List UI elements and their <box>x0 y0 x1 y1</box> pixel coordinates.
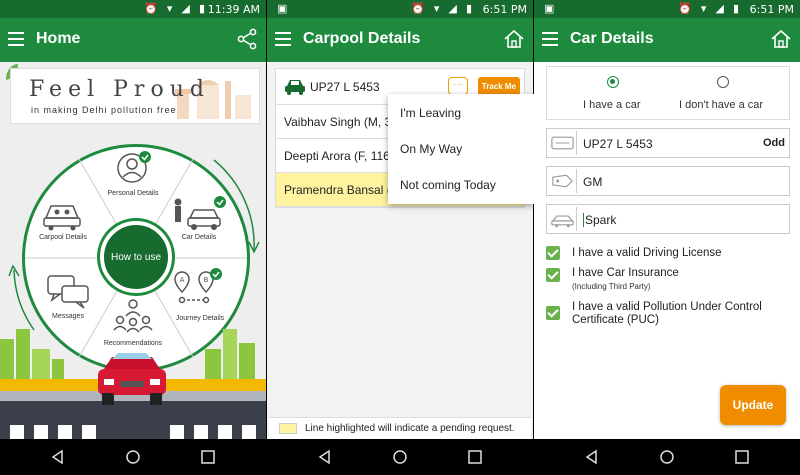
radio-dont-have-car-label[interactable]: I don't have a car <box>679 99 763 111</box>
app-bar: Home <box>0 18 266 62</box>
page-title: Carpool Details <box>303 30 421 47</box>
status-bar: ▣ ⏰ ▾ ◢ ▮ 6:51 PM <box>534 0 800 18</box>
back-icon[interactable] <box>317 449 333 465</box>
image-notification-icon: ▣ <box>277 3 288 15</box>
home-nav-icon[interactable] <box>392 449 408 465</box>
model-value: Spark <box>583 213 617 227</box>
odd-even-badge: Odd <box>763 137 785 149</box>
segment-messages[interactable]: Messages <box>38 313 98 320</box>
update-button[interactable]: Update <box>720 385 786 425</box>
back-icon[interactable] <box>50 449 66 465</box>
status-time: 6:51 PM <box>482 3 527 16</box>
recents-icon[interactable] <box>467 449 483 465</box>
plate-value: UP27 L 5453 <box>583 137 653 151</box>
menu-icon[interactable] <box>8 32 24 46</box>
brand-tag-icon <box>552 169 577 193</box>
status-icons: ⏰ ▾ ◢ ▮ <box>678 3 742 15</box>
image-notification-icon: ▣ <box>544 3 555 15</box>
home-nav-icon[interactable] <box>125 449 141 465</box>
banner-title: Feel Proud <box>29 77 210 102</box>
model-field[interactable]: Spark <box>546 204 790 234</box>
car-plate: UP27 L 5453 <box>310 80 380 94</box>
how-to-use-button[interactable]: How to use <box>100 221 172 293</box>
car-model-icon <box>551 207 577 231</box>
nav-bar <box>0 439 266 475</box>
insurance-label: I have Car Insurance (Including Third Pa… <box>572 267 792 293</box>
radio-have-car-label[interactable]: I have a car <box>583 99 640 111</box>
back-icon[interactable] <box>584 449 600 465</box>
status-time: 6:51 PM <box>749 3 794 16</box>
nav-bar <box>267 439 533 475</box>
make-field[interactable]: GM <box>546 166 790 196</box>
legend-text: Line highlighted will indicate a pending… <box>305 423 515 434</box>
insurance-checkbox[interactable] <box>546 268 560 282</box>
menu-icon[interactable] <box>275 32 291 46</box>
status-time: 11:39 AM <box>207 3 260 16</box>
chat-icon[interactable]: ··· <box>448 77 468 95</box>
page-title: Car Details <box>570 30 654 47</box>
insurance-text: I have Car Insurance <box>572 267 679 279</box>
plate-field[interactable]: UP27 L 5453 Odd <box>546 128 790 158</box>
svg-text:A: A <box>180 276 185 284</box>
radio-dont-have-car[interactable] <box>717 76 729 88</box>
status-bar: ⏰ ▾ ◢ ▮ 11:39 AM <box>0 0 266 18</box>
radio-have-car[interactable] <box>607 76 619 88</box>
city-road-illustration <box>0 329 266 439</box>
driver-car-icon[interactable] <box>170 196 228 232</box>
app-bar: Carpool Details <box>267 18 533 62</box>
home-screen: ⏰ ▾ ◢ ▮ 11:39 AM Home Feel Proud in maki… <box>0 0 266 475</box>
home-nav-icon[interactable] <box>659 449 675 465</box>
menu-item-not-coming[interactable]: Not coming Today <box>388 166 534 202</box>
segment-car-details[interactable]: Car Details <box>169 234 229 241</box>
status-bar: ▣ ⏰ ▾ ◢ ▮ 6:51 PM <box>267 0 533 18</box>
banner-subtitle: in making Delhi pollution free <box>31 105 177 115</box>
status-icons: ⏰ ▾ ◢ ▮ <box>411 3 475 15</box>
app-bar: Car Details <box>534 18 800 62</box>
puc-checkbox[interactable] <box>546 306 560 320</box>
menu-item-on-my-way[interactable]: On My Way <box>388 130 534 166</box>
nav-bar <box>534 439 800 475</box>
route-icon[interactable]: A B <box>172 268 224 314</box>
car-icon <box>285 80 305 95</box>
car-ownership-group: I have a car I don't have a car <box>546 66 790 120</box>
recents-icon[interactable] <box>200 449 216 465</box>
svg-text:B: B <box>204 276 209 284</box>
segment-journey-details[interactable]: Journey Details <box>170 315 230 322</box>
menu-icon[interactable] <box>542 32 558 46</box>
insurance-subtext: (Including Third Party) <box>572 282 651 291</box>
highlight-swatch <box>279 423 297 434</box>
license-checkbox[interactable] <box>546 246 560 260</box>
carpool-icon[interactable] <box>42 198 82 232</box>
car-details-screen: ▣ ⏰ ▾ ◢ ▮ 6:51 PM Car Details I have a c… <box>534 0 800 475</box>
make-value: GM <box>583 175 603 189</box>
carpool-details-screen: ▣ ⏰ ▾ ◢ ▮ 6:51 PM Carpool Details UP27 L… <box>267 0 533 475</box>
status-popup-menu: I'm Leaving On My Way Not coming Today <box>388 94 534 204</box>
home-icon[interactable] <box>503 28 525 50</box>
segment-carpool-details[interactable]: Carpool Details <box>33 234 93 241</box>
share-icon[interactable] <box>236 28 258 50</box>
messages-icon[interactable] <box>46 274 90 310</box>
home-icon[interactable] <box>770 28 792 50</box>
person-icon[interactable] <box>116 150 152 186</box>
page-title: Home <box>36 30 81 47</box>
menu-item-leaving[interactable]: I'm Leaving <box>388 94 534 130</box>
puc-label: I have a valid Pollution Under Control C… <box>572 301 762 326</box>
license-label: I have a valid Driving License <box>572 247 722 259</box>
feel-proud-banner: Feel Proud in making Delhi pollution fre… <box>10 68 260 124</box>
status-icons: ⏰ ▾ ◢ ▮ <box>144 3 208 15</box>
recents-icon[interactable] <box>734 449 750 465</box>
number-plate-icon <box>551 131 577 155</box>
segment-personal-details[interactable]: Personal Details <box>103 190 163 197</box>
pending-legend: Line highlighted will indicate a pending… <box>269 417 531 439</box>
